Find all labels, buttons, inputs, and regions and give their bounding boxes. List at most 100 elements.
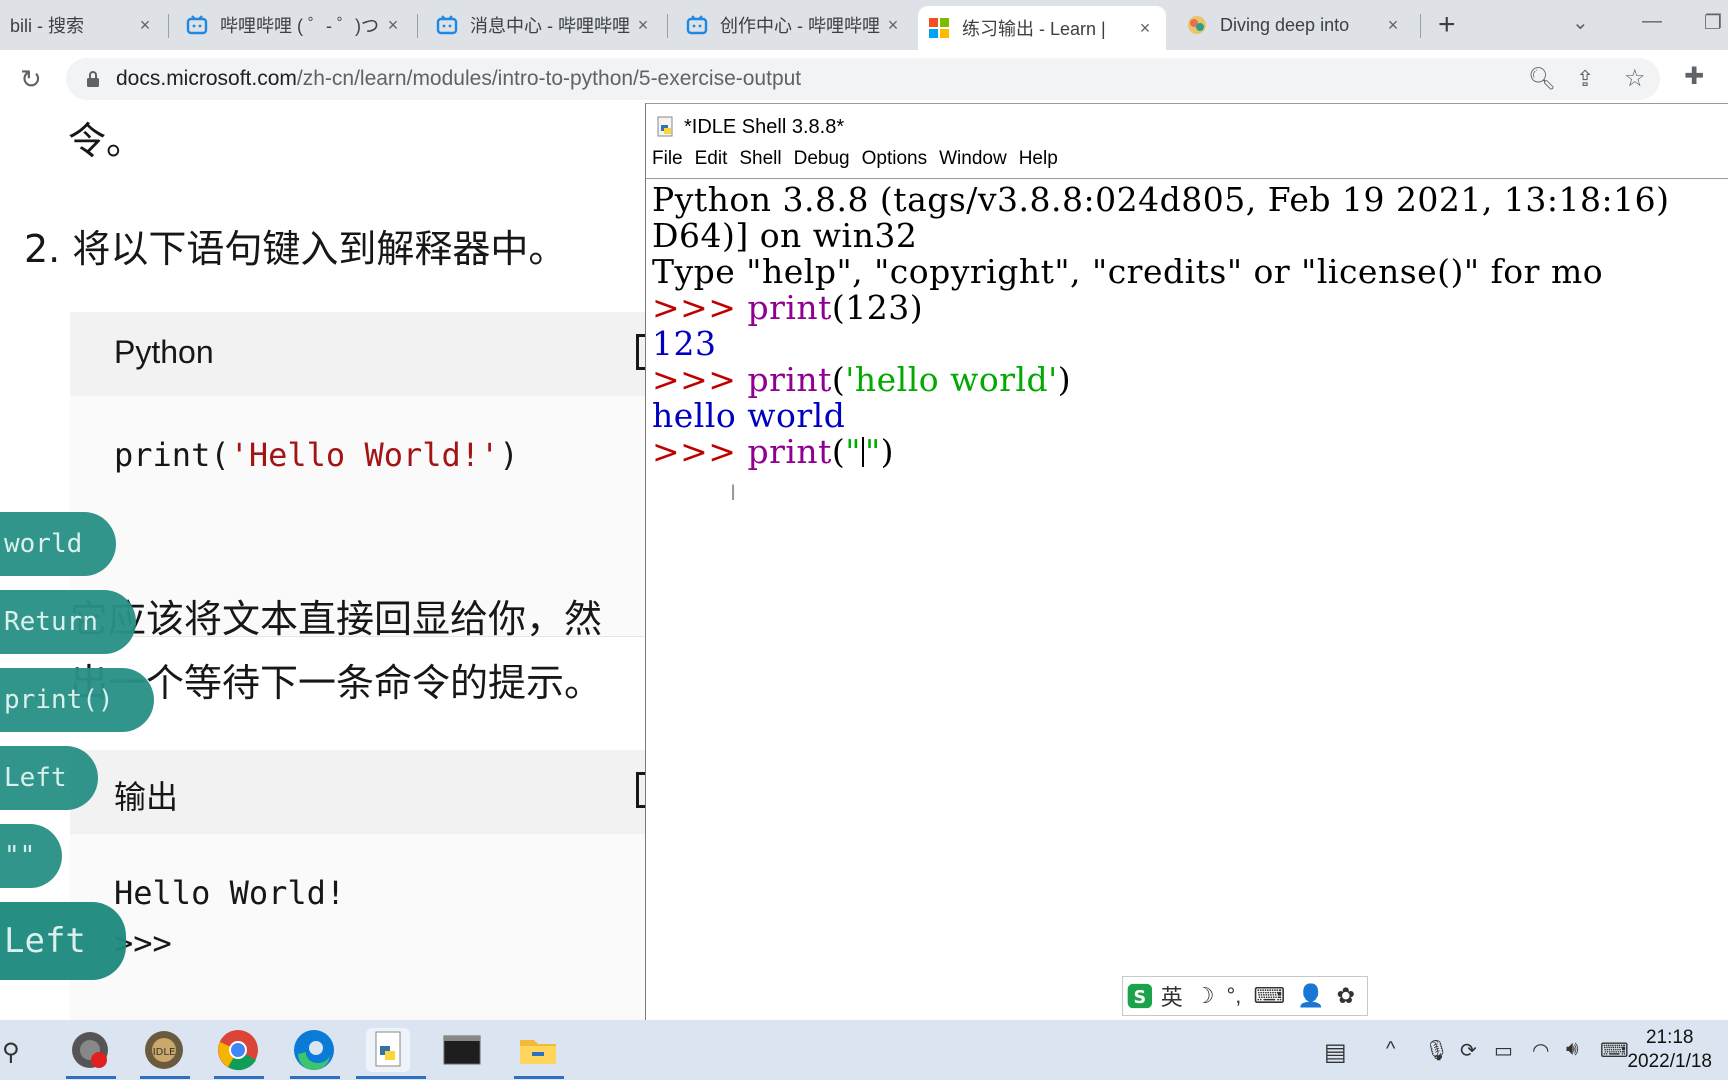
output-line: Hello World! <box>114 874 346 912</box>
close-icon[interactable]: × <box>882 15 904 36</box>
python-file-app-icon[interactable] <box>366 1028 410 1072</box>
close-icon[interactable]: × <box>632 15 654 36</box>
active-app-indicator <box>140 1076 190 1079</box>
close-icon[interactable]: × <box>1382 15 1404 36</box>
restore-icon[interactable]: ❐ <box>1704 10 1722 35</box>
idle-shell-window: *IDLE Shell 3.8.8* File Edit Shell Debug… <box>645 103 1728 1021</box>
shell-keyword: print <box>747 288 832 327</box>
clock-time: 21:18 <box>1645 1027 1694 1048</box>
shell-paren: ( <box>831 360 846 399</box>
browser-toolbar: ↻ docs.microsoft.com/zh-cn/learn/modules… <box>0 50 1728 109</box>
zoom-icon[interactable]: 🔍︎ <box>1528 66 1556 92</box>
punctuation-icon[interactable]: °, <box>1226 983 1241 1009</box>
shell-input-line: >>> print(123) <box>652 288 923 327</box>
step-text: 将以下语句键入到解释器中。 <box>72 227 567 271</box>
close-icon[interactable]: × <box>134 15 156 36</box>
tab-title: 消息中心 - 哔哩哔哩 <box>470 16 630 36</box>
url-host: docs.microsoft.com <box>116 67 297 90</box>
tab-divider <box>667 14 668 38</box>
tab-bili-search[interactable]: bili - 搜索 × <box>0 6 166 44</box>
sogou-ime-icon[interactable]: S <box>1127 977 1153 1015</box>
code-block-header: Python <box>70 312 645 396</box>
keystroke-overlay: "" <box>0 824 62 888</box>
chrome-app-icon[interactable] <box>216 1028 260 1072</box>
ime-tray-icon[interactable]: ⌨ <box>1600 1038 1629 1063</box>
keystroke-overlay: print() <box>0 668 154 732</box>
new-tab-button[interactable]: + <box>1438 10 1456 40</box>
keyboard-icon[interactable]: ⌨ <box>1253 983 1285 1009</box>
address-bar[interactable]: docs.microsoft.com/zh-cn/learn/modules/i… <box>66 58 1660 100</box>
news-widget-icon[interactable]: ▤ <box>1324 1038 1347 1067</box>
menu-edit[interactable]: Edit <box>695 148 728 170</box>
shell-keyword: print <box>747 360 832 399</box>
menu-file[interactable]: File <box>652 148 683 170</box>
user-icon[interactable]: 👤 <box>1297 983 1324 1009</box>
shell-paren: ( <box>831 432 846 471</box>
tab-title: 哔哩哔哩 ( ゜- ゜)つ <box>220 16 379 36</box>
copy-icon[interactable] <box>636 334 645 370</box>
code-line: print('Hello World!') <box>114 436 519 474</box>
file-explorer-app-icon[interactable] <box>516 1028 560 1072</box>
keystroke-overlay: Return <box>0 590 136 654</box>
tab-diving-deep[interactable]: Diving deep into × <box>1176 6 1414 44</box>
minimize-icon[interactable]: — <box>1642 10 1662 33</box>
divider <box>646 178 1728 179</box>
wifi-icon[interactable]: ◠ <box>1532 1038 1549 1063</box>
active-app-indicator <box>66 1076 116 1079</box>
tab-search-icon[interactable]: ⌄ <box>1572 10 1589 35</box>
copy-icon[interactable] <box>636 772 645 808</box>
browser-tab-bar: bili - 搜索 × 哔哩哔哩 ( ゜- ゜)つ × 消息中心 - 哔哩哔哩 … <box>0 0 1728 50</box>
shell-current-input-line[interactable]: >>> print(" ") <box>652 432 894 471</box>
python-idle-app-icon[interactable]: IDLE <box>142 1028 186 1072</box>
tab-creator-center[interactable]: 创作中心 - 哔哩哔哩 × <box>676 6 914 44</box>
idle-title: *IDLE Shell 3.8.8* <box>684 115 845 138</box>
battery-icon[interactable]: ▭ <box>1494 1038 1513 1063</box>
search-icon[interactable]: ⚲ <box>2 1038 20 1067</box>
menu-options[interactable]: Options <box>862 148 927 170</box>
ime-language-toggle[interactable]: 英 <box>1161 980 1183 1012</box>
moon-icon[interactable]: ☽ <box>1195 983 1215 1009</box>
menu-help[interactable]: Help <box>1019 148 1058 170</box>
menu-debug[interactable]: Debug <box>794 148 850 170</box>
close-icon[interactable]: × <box>382 15 404 36</box>
bookmark-star-icon[interactable]: ☆ <box>1624 64 1646 93</box>
shell-args: (123) <box>831 288 924 327</box>
windows-taskbar: ⚲ IDLE ▤ ^ 🎙︎ ⟳ ▭ ◠ 🔊︎ ⌨ 21:18 2022/1/18 <box>0 1020 1728 1080</box>
shell-text-area[interactable]: Python 3.8.8 (tags/v3.8.8:024d805, Feb 1… <box>652 180 1728 1020</box>
tab-message-center[interactable]: 消息中心 - 哔哩哔哩 × <box>426 6 664 44</box>
site-icon <box>1188 16 1206 34</box>
keystroke-overlay: Left <box>0 746 98 810</box>
volume-icon[interactable]: 🔊︎ <box>1566 1038 1579 1061</box>
menu-window[interactable]: Window <box>939 148 1007 170</box>
extensions-icon[interactable]: ✚ <box>1684 62 1704 91</box>
share-icon[interactable]: ⇪ <box>1576 66 1594 92</box>
close-icon[interactable]: × <box>1134 18 1156 39</box>
tab-title: 创作中心 - 哔哩哔哩 <box>720 16 880 36</box>
lock-icon[interactable] <box>86 70 100 88</box>
reload-icon[interactable]: ↻ <box>20 64 42 95</box>
system-clock[interactable]: 21:18 2022/1/18 <box>1627 1026 1712 1074</box>
active-app-indicator <box>290 1076 340 1079</box>
shell-input-line: >>> print('hello world') <box>652 360 1071 399</box>
step-number: 2. <box>24 227 61 271</box>
step-2: 2. 将以下语句键入到解释器中。 <box>24 218 566 273</box>
edge-app-icon[interactable] <box>292 1028 336 1072</box>
url-text: docs.microsoft.com/zh-cn/learn/modules/i… <box>116 67 801 91</box>
tab-bilibili-home[interactable]: 哔哩哔哩 ( ゜- ゜)つ × <box>176 6 414 44</box>
shell-output-line: hello world <box>652 396 846 435</box>
shell-output-line: 123 <box>652 324 717 363</box>
screen-recorder-app-icon[interactable] <box>68 1028 112 1072</box>
sync-icon[interactable]: ⟳ <box>1460 1038 1477 1063</box>
menu-shell[interactable]: Shell <box>739 148 781 170</box>
output-block-body: Hello World! >>> <box>70 834 645 1020</box>
code-string: 'Hello World!' <box>229 436 500 474</box>
code-language-label: Python <box>114 334 214 370</box>
shell-paren: ) <box>880 432 895 471</box>
tab-learn-exercise[interactable]: 练习输出 - Learn | × <box>918 6 1166 50</box>
terminal-app-icon[interactable] <box>440 1028 484 1072</box>
microphone-icon[interactable]: 🎙︎ <box>1424 1038 1449 1063</box>
svg-text:S: S <box>1134 988 1147 1008</box>
keystroke-overlay: Left <box>0 902 126 980</box>
chevron-up-icon[interactable]: ^ <box>1386 1038 1395 1061</box>
skin-icon[interactable]: ✿ <box>1337 983 1355 1009</box>
